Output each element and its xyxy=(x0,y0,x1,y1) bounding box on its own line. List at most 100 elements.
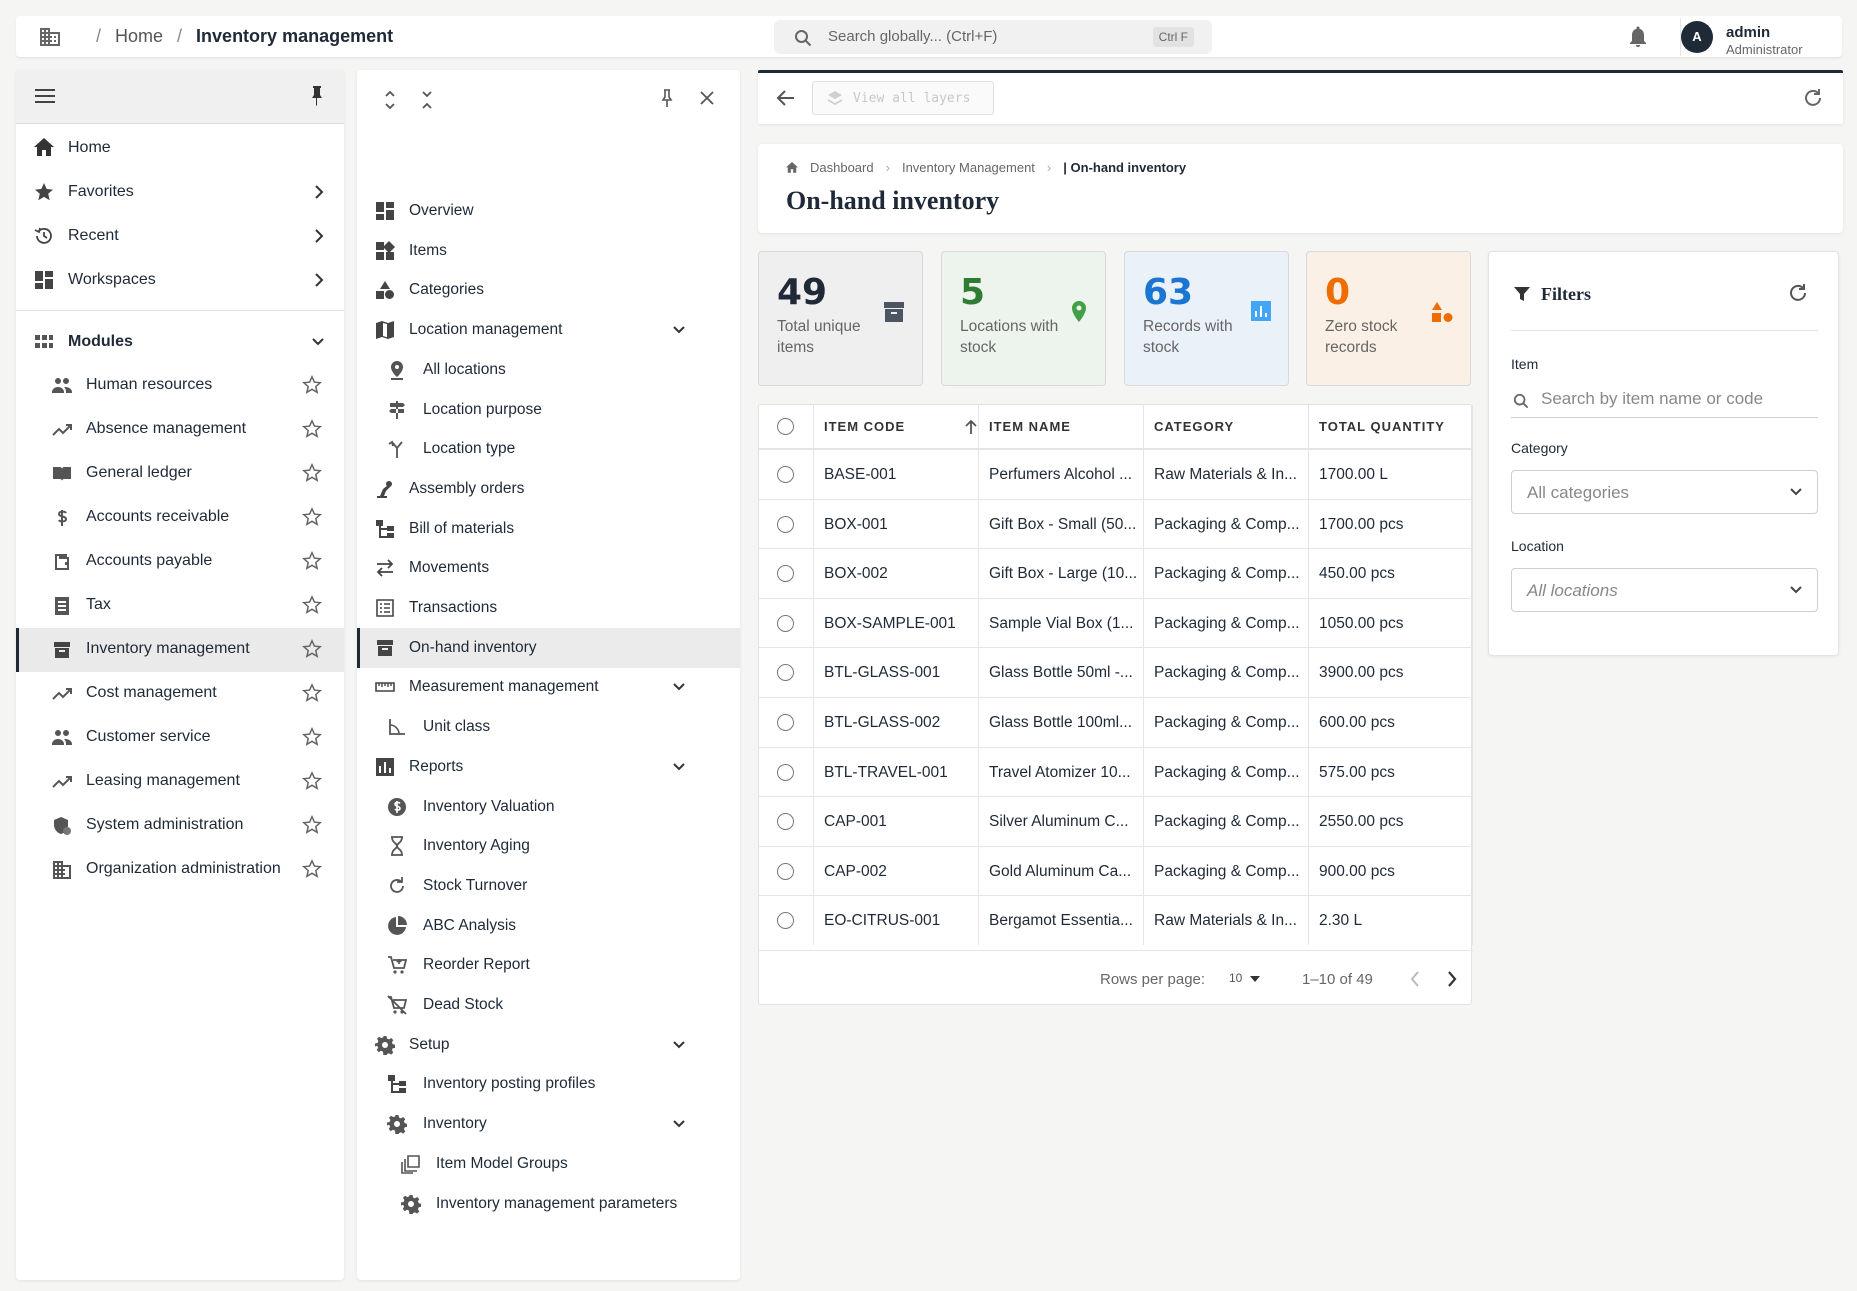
nav-item-workspaces[interactable]: Workspaces xyxy=(16,258,344,302)
menu-item-inventory-posting-profiles[interactable]: Inventory posting profiles xyxy=(357,1064,740,1104)
previous-page-icon[interactable] xyxy=(1409,970,1421,988)
menu-item-dead-stock[interactable]: Dead Stock xyxy=(357,985,740,1025)
module-item-organization-administration[interactable]: Organization administration xyxy=(16,848,344,892)
menu-item-reports[interactable]: Reports xyxy=(357,747,740,787)
close-icon[interactable] xyxy=(699,90,715,106)
module-item-accounts-receivable[interactable]: Accounts receivable xyxy=(16,496,344,540)
rows-per-page-select[interactable]: 10 xyxy=(1227,967,1269,991)
menu-item-transactions[interactable]: Transactions xyxy=(357,588,740,628)
crumb-dashboard[interactable]: Dashboard xyxy=(810,160,874,175)
menu-item-abc-analysis[interactable]: ABC Analysis xyxy=(357,906,740,946)
row-select-radio[interactable] xyxy=(777,862,794,880)
star-outline-icon[interactable] xyxy=(302,727,322,747)
menu-item-location-management[interactable]: Location management xyxy=(357,310,740,350)
module-item-human-resources[interactable]: Human resources xyxy=(16,364,344,408)
menu-item-reorder-report[interactable]: Reorder Report xyxy=(357,945,740,985)
back-arrow-icon[interactable] xyxy=(776,88,796,108)
star-outline-icon[interactable] xyxy=(302,771,322,791)
pin-icon[interactable] xyxy=(308,86,326,106)
row-select-radio[interactable] xyxy=(777,614,794,632)
star-outline-icon[interactable] xyxy=(302,419,322,439)
row-select-radio[interactable] xyxy=(777,714,794,731)
table-row[interactable]: EO-CITRUS-001 Bergamot Essentia... Raw Mat… xyxy=(759,895,1473,946)
menu-item-all-locations[interactable]: All locations xyxy=(357,350,740,390)
table-row[interactable]: BOX-002 Gift Box - Large (10... Packaging … xyxy=(759,548,1473,599)
building-icon[interactable] xyxy=(38,26,62,48)
table-row[interactable]: BTL-TRAVEL-001 Travel Atomizer 10... Packa… xyxy=(759,746,1473,797)
menu-item-stock-turnover[interactable]: Stock Turnover xyxy=(357,866,740,906)
column-header-item-name[interactable]: ITEM NAME xyxy=(979,405,1144,449)
pin-icon[interactable] xyxy=(659,88,675,108)
menu-item-overview[interactable]: Overview xyxy=(357,191,740,231)
menu-item-on-hand-inventory[interactable]: On-hand inventory xyxy=(357,627,740,668)
select-all-radio[interactable] xyxy=(777,418,794,435)
table-row[interactable]: BTL-GLASS-001 Glass Bottle 50ml -... Packa… xyxy=(759,647,1473,698)
module-item-customer-service[interactable]: Customer service xyxy=(16,716,344,760)
chevron-down-icon[interactable] xyxy=(671,1036,687,1054)
column-header-category[interactable]: CATEGORY xyxy=(1144,405,1309,449)
chevron-down-icon[interactable] xyxy=(671,1115,687,1133)
hamburger-menu-icon[interactable] xyxy=(34,87,56,105)
chevron-down-icon[interactable] xyxy=(671,321,687,339)
refresh-icon[interactable] xyxy=(1802,87,1824,109)
module-item-cost-management[interactable]: Cost management xyxy=(16,672,344,716)
menu-item-inventory-aging[interactable]: Inventory Aging xyxy=(357,826,740,866)
nav-item-recent[interactable]: Recent xyxy=(16,214,344,258)
menu-item-bill-of-materials[interactable]: Bill of materials xyxy=(357,509,740,549)
menu-item-inventory[interactable]: Inventory xyxy=(357,1104,740,1144)
table-row[interactable]: BOX-SAMPLE-001 Sample Vial Box (1... Packa… xyxy=(759,597,1473,648)
next-page-icon[interactable] xyxy=(1446,970,1458,988)
row-select-radio[interactable] xyxy=(777,763,794,781)
column-header-total-quantity[interactable]: TOTAL QUANTITY xyxy=(1309,405,1473,449)
category-select[interactable]: All categories xyxy=(1511,470,1818,514)
row-select-radio[interactable] xyxy=(777,515,794,533)
menu-item-item-model-groups[interactable]: Item Model Groups xyxy=(357,1144,740,1184)
global-search-input[interactable]: Search globally... (Ctrl+F) Ctrl F xyxy=(774,20,1212,54)
breadcrumb-home[interactable]: Home xyxy=(115,26,163,47)
nav-item-home[interactable]: Home xyxy=(16,126,344,170)
star-outline-icon[interactable] xyxy=(302,595,322,615)
bell-icon[interactable] xyxy=(1628,26,1648,48)
star-outline-icon[interactable] xyxy=(302,683,322,703)
module-item-system-administration[interactable]: System administration xyxy=(16,804,344,848)
module-item-general-ledger[interactable]: General ledger xyxy=(16,452,344,496)
module-item-tax[interactable]: Tax xyxy=(16,584,344,628)
table-row[interactable]: CAP-002 Gold Aluminum Ca... Packaging & Co… xyxy=(759,845,1473,896)
row-select-radio[interactable] xyxy=(777,664,794,682)
column-header-item-code[interactable]: ITEM CODE xyxy=(814,405,979,449)
menu-item-assembly-orders[interactable]: Assembly orders xyxy=(357,469,740,509)
menu-item-measurement-management[interactable]: Measurement management xyxy=(357,667,740,707)
row-select-radio[interactable] xyxy=(777,466,794,483)
star-outline-icon[interactable] xyxy=(302,551,322,571)
menu-item-setup[interactable]: Setup xyxy=(357,1025,740,1065)
menu-item-location-type[interactable]: Location type xyxy=(357,429,740,469)
module-item-leasing-management[interactable]: Leasing management xyxy=(16,760,344,804)
star-outline-icon[interactable] xyxy=(302,859,322,879)
module-item-inventory-management[interactable]: Inventory management xyxy=(16,628,344,672)
nav-item-favorites[interactable]: Favorites xyxy=(16,170,344,214)
collapse-all-icon[interactable] xyxy=(420,90,434,110)
menu-item-inventory-management-parameters[interactable]: Inventory management parameters xyxy=(357,1184,740,1224)
table-row[interactable]: CAP-001 Silver Aluminum C... Packaging & C… xyxy=(759,796,1473,847)
table-row[interactable]: BTL-GLASS-002 Glass Bottle 100ml... Packag… xyxy=(759,697,1473,747)
menu-item-items[interactable]: Items xyxy=(357,231,740,271)
expand-all-icon[interactable] xyxy=(383,90,397,110)
location-select[interactable]: All locations xyxy=(1511,568,1818,612)
reset-filters-icon[interactable] xyxy=(1787,282,1809,304)
table-row[interactable]: BOX-001 Gift Box - Small (50... Packaging … xyxy=(759,498,1473,549)
chevron-down-icon[interactable] xyxy=(671,758,687,776)
star-outline-icon[interactable] xyxy=(302,639,322,659)
item-search-input[interactable]: Search by item name or code xyxy=(1511,380,1818,418)
table-row[interactable]: BASE-001 Perfumers Alcohol ... Raw Materia… xyxy=(759,449,1473,499)
star-outline-icon[interactable] xyxy=(302,507,322,527)
crumb-inventory-management[interactable]: Inventory Management xyxy=(902,160,1035,175)
menu-item-inventory-valuation[interactable]: Inventory Valuation xyxy=(357,787,740,827)
row-select-radio[interactable] xyxy=(777,565,794,583)
star-outline-icon[interactable] xyxy=(302,815,322,835)
menu-item-unit-class[interactable]: Unit class xyxy=(357,707,740,747)
menu-item-movements[interactable]: Movements xyxy=(357,548,740,588)
modules-header[interactable]: Modules xyxy=(16,320,344,364)
star-outline-icon[interactable] xyxy=(302,463,322,483)
menu-item-location-purpose[interactable]: Location purpose xyxy=(357,390,740,430)
avatar[interactable]: A xyxy=(1681,21,1713,53)
